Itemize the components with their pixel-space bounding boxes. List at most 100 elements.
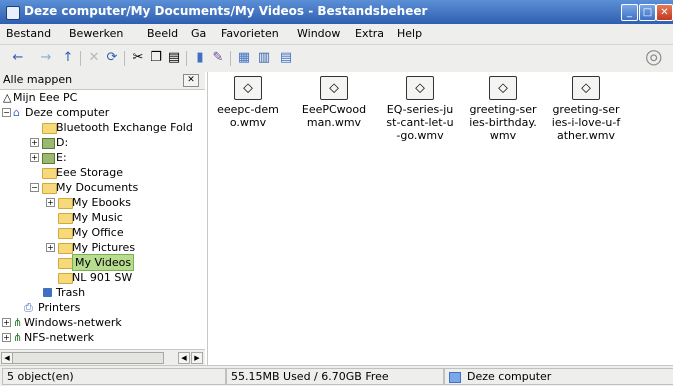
expand-icon[interactable]: + bbox=[30, 138, 39, 147]
menu-ga[interactable]: Ga bbox=[191, 27, 206, 40]
close-button[interactable]: ✕ bbox=[656, 4, 673, 21]
menu-extra[interactable]: Extra bbox=[355, 27, 384, 40]
scroll-left-arrow[interactable]: ◀ bbox=[178, 352, 190, 364]
expand-icon[interactable]: + bbox=[2, 318, 11, 327]
scroll-thumb[interactable] bbox=[12, 352, 164, 364]
tree-label: Trash bbox=[56, 286, 86, 299]
network-icon: ⋔ bbox=[13, 331, 23, 344]
minimize-button[interactable]: _ bbox=[621, 4, 638, 21]
folder-icon bbox=[42, 123, 57, 134]
tree-label: NFS-netwerk bbox=[24, 331, 95, 344]
properties-icon[interactable]: ✎ bbox=[210, 50, 226, 66]
expand-icon[interactable]: + bbox=[46, 198, 55, 207]
file-name: greeting-ser ies-birthday. wmv bbox=[469, 103, 537, 142]
file-item[interactable]: ⬦ eeepc-dem o.wmv bbox=[208, 76, 288, 129]
menu-favorieten[interactable]: Favorieten bbox=[221, 27, 279, 40]
status-location-text: Deze computer bbox=[467, 370, 552, 383]
tree-label: D: bbox=[56, 136, 69, 149]
file-name: eeepc-dem o.wmv bbox=[217, 103, 279, 129]
computer-icon bbox=[449, 371, 461, 383]
view-icon[interactable]: ▦ bbox=[236, 50, 252, 66]
video-file-icon: ⬦ bbox=[234, 76, 262, 100]
tree-label: Windows-netwerk bbox=[24, 316, 122, 329]
toolbar-separator bbox=[124, 51, 125, 66]
folder-icon bbox=[42, 168, 57, 179]
folder-icon bbox=[58, 273, 73, 284]
folder-icon bbox=[58, 243, 73, 254]
window-title: Deze computer/My Documents/My Videos - B… bbox=[24, 4, 428, 18]
status-bar: 5 object(en) 55.15MB Used / 6.70GB Free … bbox=[0, 365, 673, 386]
folder-tree-title: Alle mappen bbox=[3, 73, 73, 86]
file-view-pane: ⬦ eeepc-dem o.wmv ⬦ EeePCwood man.wmv ⬦ … bbox=[208, 72, 673, 365]
printer-icon: ⎙ bbox=[24, 301, 33, 314]
home-icon: △ bbox=[3, 91, 12, 104]
folder-icon bbox=[58, 213, 73, 224]
file-item[interactable]: ⬦ EeePCwood man.wmv bbox=[294, 76, 374, 129]
expand-icon[interactable]: + bbox=[30, 153, 39, 162]
toolbar-separator bbox=[186, 51, 187, 66]
folder-icon bbox=[58, 258, 73, 269]
maximize-button[interactable]: □ bbox=[639, 4, 656, 21]
menu-bestand[interactable]: Bestand bbox=[6, 27, 51, 40]
tree-label: My Pictures bbox=[72, 241, 136, 254]
menu-bewerken[interactable]: Bewerken bbox=[69, 27, 123, 40]
expand-icon[interactable]: + bbox=[46, 243, 55, 252]
trash-icon[interactable]: ▮ bbox=[192, 50, 208, 66]
video-file-icon: ⬦ bbox=[489, 76, 517, 100]
forward-icon[interactable]: → bbox=[38, 50, 54, 66]
paste-icon[interactable]: ▤ bbox=[166, 50, 182, 66]
folder-icon bbox=[58, 228, 73, 239]
tree-label: My Music bbox=[72, 211, 123, 224]
view-list-icon[interactable]: ▥ bbox=[256, 50, 272, 66]
menu-help[interactable]: Help bbox=[397, 27, 422, 40]
drive-icon bbox=[42, 153, 55, 164]
video-file-icon: ⬦ bbox=[320, 76, 348, 100]
toolbar-separator bbox=[80, 51, 81, 66]
file-name: EQ-series-ju st-cant-let-u -go.wmv bbox=[386, 103, 454, 142]
collapse-icon[interactable]: − bbox=[2, 108, 11, 117]
folder-tree-header: Alle mappen ✕ bbox=[0, 72, 205, 90]
menu-bar: Bestand Bewerken Beeld Ga Favorieten Win… bbox=[0, 24, 673, 45]
horizontal-scrollbar[interactable]: ◀ ◀ ▶ bbox=[0, 349, 205, 365]
toolbar: ← → ↑ ✕ ⟳ ✂ ❐ ▤ ▮ ✎ ▦ ▥ ▤ ◎ bbox=[0, 45, 673, 73]
app-icon bbox=[6, 6, 20, 20]
tree-label: Mijn Eee PC bbox=[13, 91, 78, 104]
tree-label: My Videos bbox=[72, 254, 135, 271]
file-item[interactable]: ⬦ greeting-ser ies-i-love-u-f ather.wmv bbox=[546, 76, 626, 142]
menu-beeld[interactable]: Beeld bbox=[147, 27, 178, 40]
tree-label: My Ebooks bbox=[72, 196, 131, 209]
title-bar: Deze computer/My Documents/My Videos - B… bbox=[0, 0, 673, 24]
tree-label: NL 901 SW bbox=[72, 271, 133, 284]
close-pane-button[interactable]: ✕ bbox=[183, 74, 199, 87]
status-location: Deze computer bbox=[444, 368, 673, 385]
collapse-icon[interactable]: − bbox=[30, 183, 39, 192]
folder-tree-pane: Alle mappen ✕ △ Mijn Eee PC − ⌂ Deze com… bbox=[0, 72, 208, 365]
view-detail-icon[interactable]: ▤ bbox=[278, 50, 294, 66]
expand-icon[interactable]: + bbox=[2, 333, 11, 342]
tree-label: Printers bbox=[38, 301, 81, 314]
video-file-icon: ⬦ bbox=[406, 76, 434, 100]
tree-label: My Documents bbox=[56, 181, 139, 194]
folder-icon bbox=[58, 198, 73, 209]
reload-icon[interactable]: ⟳ bbox=[104, 50, 120, 66]
status-object-count: 5 object(en) bbox=[2, 368, 226, 385]
menu-window[interactable]: Window bbox=[297, 27, 340, 40]
tree-label: My Office bbox=[72, 226, 124, 239]
copy-icon[interactable]: ❐ bbox=[148, 50, 164, 66]
cut-icon[interactable]: ✂ bbox=[130, 50, 146, 66]
file-item[interactable]: ⬦ greeting-ser ies-birthday. wmv bbox=[463, 76, 543, 142]
file-name: EeePCwood man.wmv bbox=[301, 103, 367, 129]
folder-icon bbox=[42, 183, 57, 194]
file-item[interactable]: ⬦ EQ-series-ju st-cant-let-u -go.wmv bbox=[380, 76, 460, 142]
tree-label: E: bbox=[56, 151, 67, 164]
file-name: greeting-ser ies-i-love-u-f ather.wmv bbox=[551, 103, 621, 142]
scroll-right-arrow[interactable]: ▶ bbox=[191, 352, 203, 364]
spinner-icon: ◎ bbox=[645, 44, 663, 68]
up-icon[interactable]: ↑ bbox=[60, 50, 76, 66]
tree-label: Deze computer bbox=[25, 106, 110, 119]
back-icon[interactable]: ← bbox=[10, 50, 26, 66]
computer-icon: ⌂ bbox=[13, 106, 20, 119]
stop-icon[interactable]: ✕ bbox=[86, 50, 102, 66]
tree-label: Bluetooth Exchange Fold bbox=[56, 121, 193, 134]
network-icon: ⋔ bbox=[13, 316, 23, 329]
